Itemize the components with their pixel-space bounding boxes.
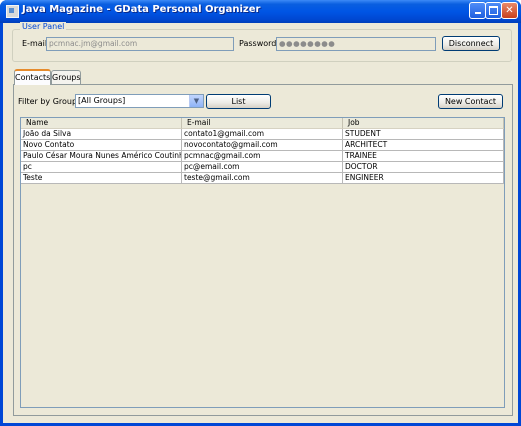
table-row[interactable]: Paulo César Moura Nunes Américo Coutinho… bbox=[21, 151, 504, 162]
chevron-down-icon[interactable]: ▼ bbox=[189, 95, 203, 107]
group-filter-value: [All Groups] bbox=[78, 96, 126, 105]
java-app-icon bbox=[6, 5, 19, 18]
cell-email[interactable]: teste@gmail.com bbox=[182, 173, 343, 184]
minimize-icon bbox=[474, 12, 481, 14]
maximize-icon bbox=[489, 6, 498, 15]
cell-email[interactable]: pcmnac@gmail.com bbox=[182, 151, 343, 162]
cell-job[interactable]: DOCTOR bbox=[343, 162, 504, 173]
cell-name[interactable]: pc bbox=[21, 162, 182, 173]
cell-email[interactable]: pc@email.com bbox=[182, 162, 343, 173]
cell-job[interactable]: ARCHITECT bbox=[343, 140, 504, 151]
close-button[interactable]: ✕ bbox=[501, 2, 518, 19]
maximize-button[interactable] bbox=[485, 2, 502, 19]
table-row[interactable]: Teste teste@gmail.com ENGINEER bbox=[21, 173, 504, 184]
cell-name[interactable]: Teste bbox=[21, 173, 182, 184]
tab-contacts[interactable]: Contacts bbox=[14, 69, 51, 85]
column-header-name[interactable]: Name bbox=[21, 118, 182, 129]
list-button[interactable]: List bbox=[206, 94, 271, 109]
column-header-email[interactable]: E-mail bbox=[182, 118, 343, 129]
new-contact-button[interactable]: New Contact bbox=[438, 94, 503, 109]
email-field[interactable]: pcmnac.jm@gmail.com bbox=[46, 37, 234, 51]
cell-email[interactable]: contato1@gmail.com bbox=[182, 129, 343, 140]
password-field[interactable]: ●●●●●●●● bbox=[276, 37, 436, 51]
app-window: Java Magazine - GData Personal Organizer… bbox=[0, 0, 521, 426]
contacts-table[interactable]: Name E-mail Job João da Silva contato1@g… bbox=[20, 117, 505, 408]
minimize-button[interactable] bbox=[469, 2, 486, 19]
column-header-job[interactable]: Job bbox=[343, 118, 504, 129]
table-row[interactable]: pc pc@email.com DOCTOR bbox=[21, 162, 504, 173]
title-bar[interactable]: Java Magazine - GData Personal Organizer… bbox=[0, 0, 521, 23]
cell-job[interactable]: STUDENT bbox=[343, 129, 504, 140]
filter-label: Filter by Group: bbox=[18, 97, 80, 106]
cell-job[interactable]: TRAINEE bbox=[343, 151, 504, 162]
table-row[interactable]: João da Silva contato1@gmail.com STUDENT bbox=[21, 129, 504, 140]
table-header: Name E-mail Job bbox=[21, 118, 504, 129]
cell-name[interactable]: Novo Contato bbox=[21, 140, 182, 151]
table-row[interactable]: Novo Contato novocontato@gmail.com ARCHI… bbox=[21, 140, 504, 151]
disconnect-button[interactable]: Disconnect bbox=[442, 36, 500, 51]
group-filter-select[interactable]: [All Groups] ▼ bbox=[75, 94, 204, 108]
cell-job[interactable]: ENGINEER bbox=[343, 173, 504, 184]
user-panel-title: User Panel bbox=[20, 22, 67, 31]
window-title: Java Magazine - GData Personal Organizer bbox=[22, 4, 261, 15]
cell-name[interactable]: João da Silva bbox=[21, 129, 182, 140]
password-label: Password: bbox=[239, 39, 280, 48]
tab-groups[interactable]: Groups bbox=[51, 70, 81, 84]
cell-email[interactable]: novocontato@gmail.com bbox=[182, 140, 343, 151]
cell-name[interactable]: Paulo César Moura Nunes Américo Coutinho bbox=[21, 151, 182, 162]
close-icon: ✕ bbox=[505, 5, 514, 16]
